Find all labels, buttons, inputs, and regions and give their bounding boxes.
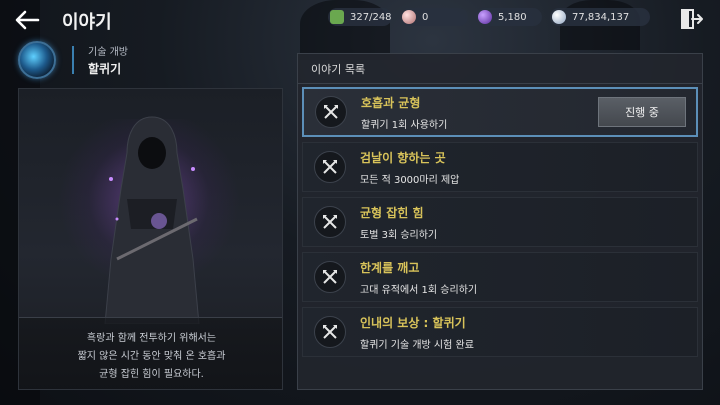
caption-line: 짧지 않은 시간 동안 맞춰 온 호흡과 <box>77 351 226 362</box>
stamina-icon <box>330 10 344 24</box>
quest-title: 균형 잡힌 힘 <box>360 205 424 220</box>
pearl-icon <box>402 10 416 24</box>
back-button[interactable] <box>10 6 44 34</box>
skill-name: 할퀴기 <box>88 62 122 76</box>
caption-line: 흑랑과 함께 전투하기 위해서는 <box>86 333 217 344</box>
crossed-axes-icon <box>314 206 346 238</box>
page-title: 이야기 <box>62 12 112 33</box>
quest-title: 호흡과 균형 <box>361 95 421 110</box>
story-list-panel: 이야기 목록 호흡과 균형 할퀴기 1회 사용하기 진행 중 검날이 향하는 곳… <box>297 53 703 390</box>
story-list-title: 이야기 목록 <box>298 54 702 84</box>
claw-skill-icon <box>18 41 56 79</box>
quest-title: 한계를 깨고 <box>360 260 420 275</box>
quest-title: 인내의 보상 : 할퀴기 <box>360 315 466 330</box>
currency-bar: 327/248 0 5,180 77,834,137 <box>328 8 650 26</box>
divider <box>72 46 74 74</box>
quest-item-0[interactable]: 호흡과 균형 할퀴기 1회 사용하기 진행 중 <box>302 87 698 137</box>
skill-category: 기술 개방 <box>88 47 128 58</box>
pearl-counter: 0 <box>400 8 468 26</box>
hooded-figure-illustration <box>104 116 200 324</box>
stamina-counter: 327/248 <box>328 8 392 26</box>
quest-description: 고대 유적에서 1회 승리하기 <box>360 284 478 296</box>
character-portrait: 흑랑과 함께 전투하기 위해서는 짧지 않은 시간 동안 맞춰 온 호흡과 균형… <box>18 88 283 390</box>
silver-value: 77,834,137 <box>572 11 630 23</box>
top-bar: 이야기 327/248 0 5,180 77,834,137 <box>0 0 720 40</box>
crossed-axes-icon <box>315 96 347 128</box>
crossed-axes-icon <box>314 151 346 183</box>
crossed-axes-icon <box>314 261 346 293</box>
quest-item-3[interactable]: 한계를 깨고 고대 유적에서 1회 승리하기 <box>302 252 698 302</box>
arrow-left-icon <box>15 10 40 30</box>
quest-item-4[interactable]: 인내의 보상 : 할퀴기 할퀴기 기술 개방 시험 완료 <box>302 307 698 357</box>
pearl-value: 0 <box>422 11 429 23</box>
in-progress-button[interactable]: 진행 중 <box>598 97 686 127</box>
stamina-value: 327/248 <box>350 11 392 23</box>
purple-gem-icon <box>478 10 492 24</box>
skill-header: 기술 개방 할퀴기 <box>18 40 128 80</box>
quest-title: 검날이 향하는 곳 <box>360 150 446 165</box>
quest-description: 토벌 3회 승리하기 <box>360 229 438 241</box>
quest-description: 모든 적 3000마리 제압 <box>360 174 460 186</box>
silver-counter: 77,834,137 <box>550 8 650 26</box>
gem-value: 5,180 <box>498 11 527 23</box>
quest-description: 할퀴기 1회 사용하기 <box>361 119 448 131</box>
quest-description: 할퀴기 기술 개방 시험 완료 <box>360 339 474 351</box>
gem-counter: 5,180 <box>476 8 542 26</box>
crossed-axes-icon <box>314 316 346 348</box>
caption-line: 균형 잡힌 힘이 필요하다. <box>99 369 204 380</box>
exit-button[interactable] <box>680 8 704 30</box>
portrait-caption: 흑랑과 함께 전투하기 위해서는 짧지 않은 시간 동안 맞춰 온 호흡과 균형… <box>19 317 282 389</box>
quest-item-2[interactable]: 균형 잡힌 힘 토벌 3회 승리하기 <box>302 197 698 247</box>
silver-coin-icon <box>552 10 566 24</box>
exit-door-icon <box>681 9 703 29</box>
quest-item-1[interactable]: 검날이 향하는 곳 모든 적 3000마리 제압 <box>302 142 698 192</box>
